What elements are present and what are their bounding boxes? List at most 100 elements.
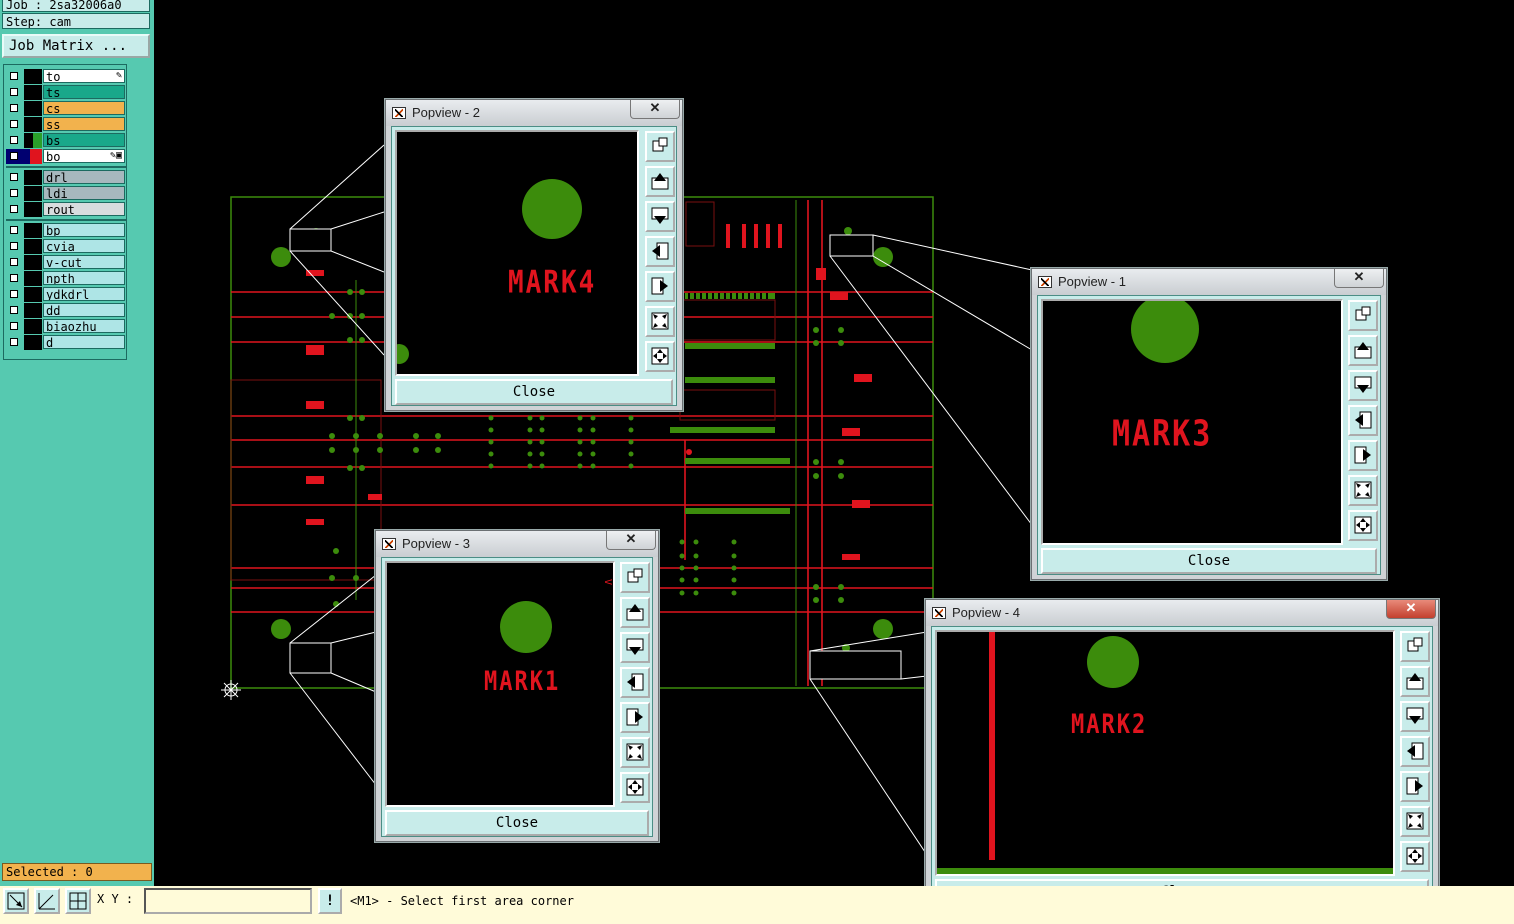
job-matrix-button[interactable]: Job Matrix ...	[2, 34, 150, 58]
layer-name[interactable]: to	[43, 69, 125, 83]
window-close-button[interactable]: ✕	[630, 100, 680, 119]
layer-checkbox[interactable]	[10, 88, 18, 96]
zoom-fit-button[interactable]	[645, 131, 675, 162]
zoom-out-button[interactable]	[1400, 841, 1430, 872]
layer-swatch[interactable]	[24, 133, 42, 148]
warning-button[interactable]: !	[318, 888, 342, 914]
popview-viewport[interactable]: MARK3	[1041, 299, 1343, 545]
pan-left-button[interactable]	[645, 236, 675, 267]
pan-up-button[interactable]	[1348, 335, 1378, 366]
layer-row-biaozhu[interactable]: biaozhu	[6, 319, 126, 334]
popview-titlebar[interactable]: Popview - 1	[1032, 269, 1386, 295]
popview-viewport[interactable]: MARK4	[395, 130, 639, 376]
zoom-fit-button[interactable]	[1400, 631, 1430, 662]
layer-swatch[interactable]	[24, 303, 42, 318]
layer-row-dd[interactable]: dd	[6, 303, 126, 318]
layer-swatch[interactable]	[24, 101, 42, 116]
popview-viewport[interactable]: V MARK1	[385, 561, 615, 807]
layer-row-ss[interactable]: ss	[6, 117, 126, 132]
layer-row-rout[interactable]: rout	[6, 202, 126, 217]
layer-checkbox[interactable]	[10, 120, 18, 128]
layer-row-bp[interactable]: bp	[6, 223, 126, 238]
pan-down-button[interactable]	[645, 201, 675, 232]
layer-checkbox[interactable]	[10, 338, 18, 346]
layer-checkbox[interactable]	[10, 242, 18, 250]
pan-left-button[interactable]	[620, 667, 650, 698]
layer-checkbox[interactable]	[10, 189, 18, 197]
layer-swatch[interactable]	[24, 287, 42, 302]
layer-row-d[interactable]: d	[6, 335, 126, 350]
layer-name[interactable]: ldi	[43, 186, 125, 200]
layer-swatch[interactable]	[24, 186, 42, 201]
layer-swatch[interactable]	[24, 271, 42, 286]
layer-row-ldi[interactable]: ldi	[6, 186, 126, 201]
layer-row-cvia[interactable]: cvia	[6, 239, 126, 254]
pan-left-button[interactable]	[1348, 405, 1378, 436]
pan-up-button[interactable]	[1400, 666, 1430, 697]
layer-row-v-cut[interactable]: v-cut	[6, 255, 126, 270]
layer-checkbox[interactable]	[10, 306, 18, 314]
pan-right-button[interactable]	[645, 271, 675, 302]
layer-name[interactable]: ss	[43, 117, 125, 131]
close-button[interactable]: Close	[395, 379, 673, 405]
grid-button[interactable]	[65, 888, 91, 914]
layer-checkbox[interactable]	[10, 136, 18, 144]
pan-right-button[interactable]	[620, 702, 650, 733]
zoom-area-button[interactable]	[3, 888, 29, 914]
layer-name[interactable]: cvia	[43, 239, 125, 253]
layer-row-ydkdrl[interactable]: ydkdrl	[6, 287, 126, 302]
pan-right-button[interactable]	[1400, 771, 1430, 802]
zoom-fit-button[interactable]	[1348, 300, 1378, 331]
zoom-out-button[interactable]	[620, 772, 650, 803]
layer-checkbox[interactable]	[10, 173, 18, 181]
zoom-fit-button[interactable]	[620, 562, 650, 593]
popview-viewport[interactable]: MARK2	[935, 630, 1395, 876]
window-close-button[interactable]: ✕	[1334, 269, 1384, 288]
layer-name[interactable]: biaozhu	[43, 319, 125, 333]
layer-name[interactable]: npth	[43, 271, 125, 285]
layer-name[interactable]: ts	[43, 85, 125, 99]
layer-checkbox[interactable]	[10, 104, 18, 112]
xy-input[interactable]	[144, 888, 312, 914]
zoom-in-button[interactable]	[620, 737, 650, 768]
layer-checkbox[interactable]	[10, 226, 18, 234]
layer-swatch[interactable]	[24, 255, 42, 270]
measure-button[interactable]	[34, 888, 60, 914]
pan-up-button[interactable]	[620, 597, 650, 628]
layer-checkbox-active[interactable]	[10, 152, 18, 160]
layer-checkbox[interactable]	[10, 274, 18, 282]
window-close-button[interactable]: ✕	[1386, 600, 1436, 619]
layer-checkbox[interactable]	[10, 205, 18, 213]
layer-swatch[interactable]	[24, 85, 42, 100]
layer-row-cs[interactable]: cs	[6, 101, 126, 116]
layer-checkbox[interactable]	[10, 258, 18, 266]
layer-row-bo[interactable]: bo ✎▣	[6, 149, 126, 164]
layer-name[interactable]: drl	[43, 170, 125, 184]
zoom-in-button[interactable]	[1400, 806, 1430, 837]
zoom-out-button[interactable]	[1348, 510, 1378, 541]
pan-down-button[interactable]	[620, 632, 650, 663]
layer-name[interactable]: v-cut	[43, 255, 125, 269]
layer-name[interactable]: cs	[43, 101, 125, 115]
layer-name[interactable]: ydkdrl	[43, 287, 125, 301]
window-close-button[interactable]: ✕	[606, 531, 656, 550]
layer-name[interactable]: bs	[43, 133, 125, 147]
layer-name[interactable]: dd	[43, 303, 125, 317]
zoom-in-button[interactable]	[1348, 475, 1378, 506]
popview-titlebar[interactable]: Popview - 4	[926, 600, 1438, 626]
pan-down-button[interactable]	[1400, 701, 1430, 732]
layer-swatch[interactable]	[24, 69, 42, 84]
layer-swatch[interactable]	[24, 335, 42, 350]
pan-left-button[interactable]	[1400, 736, 1430, 767]
close-button[interactable]: Close	[1041, 548, 1377, 574]
layer-swatch[interactable]	[24, 239, 42, 254]
pan-down-button[interactable]	[1348, 370, 1378, 401]
layer-checkbox[interactable]	[10, 72, 18, 80]
layer-row-ts[interactable]: ts	[6, 85, 126, 100]
zoom-in-button[interactable]	[645, 306, 675, 337]
layer-name[interactable]: d	[43, 335, 125, 349]
layer-swatch[interactable]	[24, 319, 42, 334]
layer-swatch[interactable]	[24, 117, 42, 132]
layer-swatch[interactable]	[24, 170, 42, 185]
pan-right-button[interactable]	[1348, 440, 1378, 471]
